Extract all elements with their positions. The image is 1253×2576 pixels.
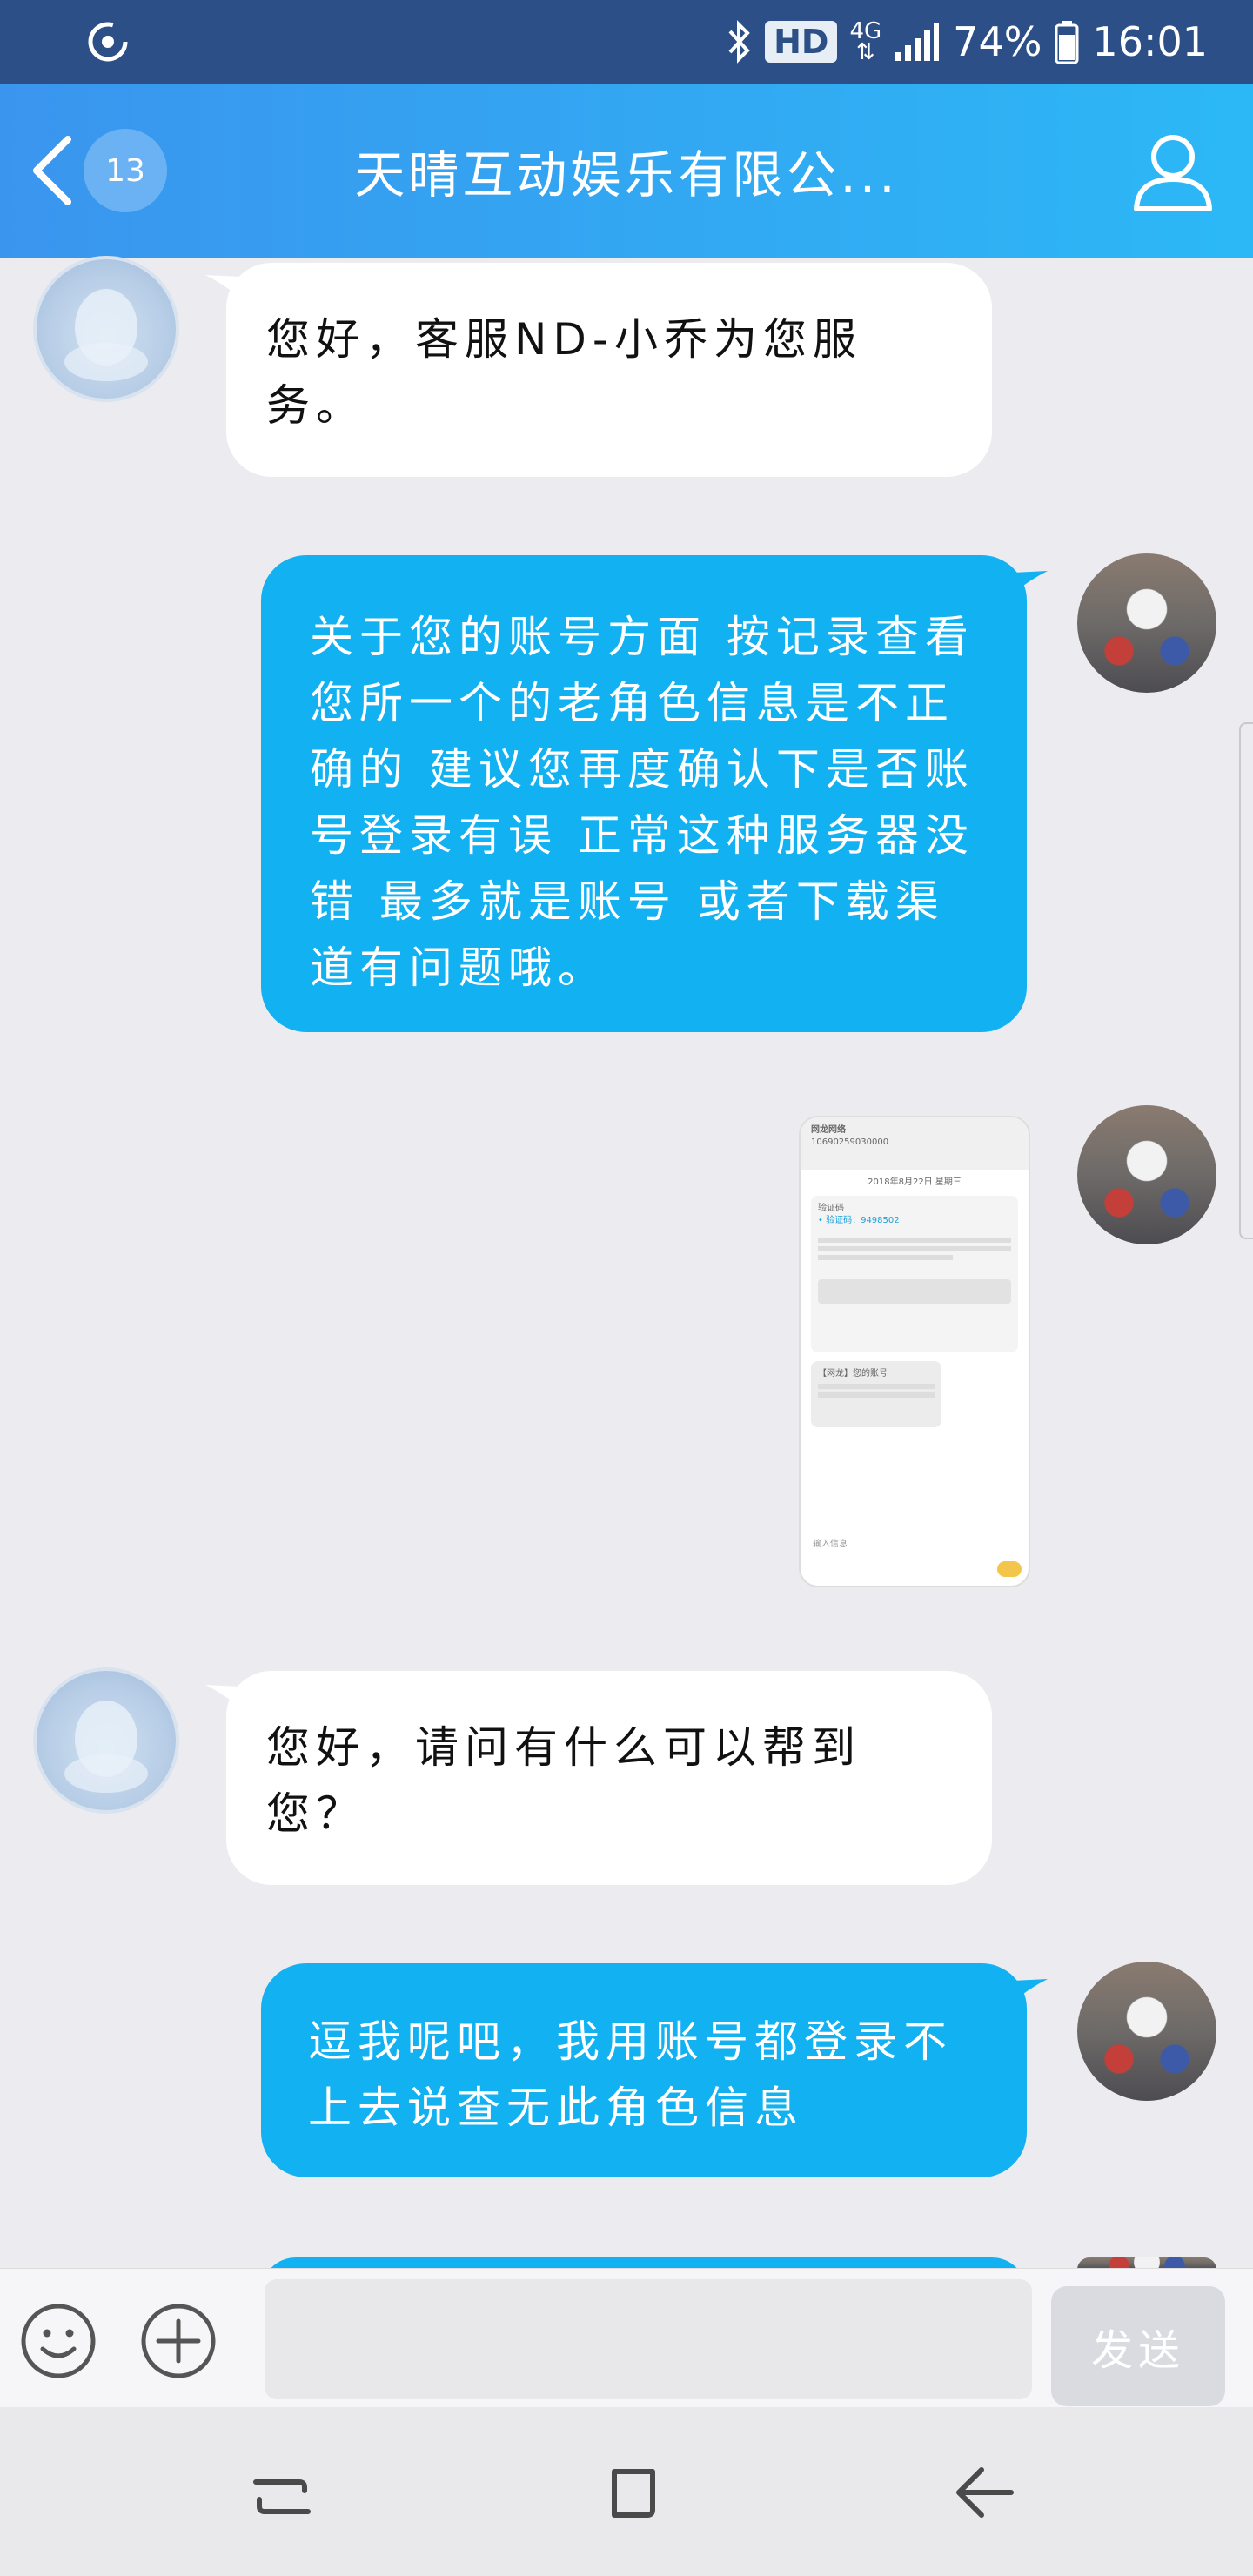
clock: 16:01 — [1092, 18, 1208, 65]
profile-icon[interactable] — [1128, 125, 1218, 216]
service-avatar[interactable] — [37, 1671, 176, 1810]
scrollbar[interactable] — [1239, 722, 1253, 1239]
hd-badge: HD — [765, 21, 838, 63]
bluetooth-icon — [728, 20, 750, 64]
penguin-avatar-icon — [64, 1701, 148, 1793]
plus-icon[interactable] — [139, 2302, 218, 2380]
recent-apps-icon[interactable] — [245, 2456, 318, 2529]
message-bubble-outgoing[interactable]: 逗我呢吧，我用账号都登录不上去说查无此角色信息 — [261, 1963, 1027, 2177]
user-avatar[interactable] — [1077, 1105, 1216, 1244]
battery-percent: 74% — [953, 18, 1042, 65]
message-input[interactable] — [265, 2279, 1032, 2399]
emoji-icon[interactable] — [19, 2302, 97, 2380]
signal-icon — [895, 23, 940, 61]
input-bar: 发送 — [0, 2268, 1253, 2408]
network-type: 4G ⇅ — [849, 18, 882, 65]
send-button[interactable]: 发送 — [1051, 2286, 1225, 2406]
chat-header: 13 天晴互动娱乐有限公... — [0, 84, 1253, 258]
user-avatar[interactable] — [1077, 553, 1216, 693]
sync-icon — [88, 22, 128, 62]
service-avatar[interactable] — [37, 259, 176, 399]
penguin-avatar-icon — [64, 289, 148, 381]
status-bar: HD 4G ⇅ 74% 16:01 — [0, 0, 1253, 84]
message-bubble-incoming[interactable]: 您好，请问有什么可以帮到您？ — [226, 1671, 992, 1885]
user-avatar[interactable] — [1077, 1962, 1216, 2101]
chat-title: 天晴互动娱乐有限公... — [354, 145, 899, 205]
battery-icon — [1055, 21, 1079, 64]
home-icon[interactable] — [597, 2456, 670, 2529]
message-bubble-incoming[interactable]: 您好，客服ND-小乔为您服务。 — [226, 263, 992, 477]
back-nav-icon[interactable] — [947, 2456, 1020, 2529]
message-bubble-outgoing[interactable]: 关于您的账号方面 按记录查看您所一个的老角色信息是不正确的 建议您再度确认下是否… — [261, 555, 1027, 1032]
image-message[interactable]: 网龙网络 10690259030000 2018年8月22日 星期三 验证码 •… — [799, 1116, 1030, 1587]
system-nav-bar — [0, 2407, 1253, 2576]
unread-count-badge[interactable]: 13 — [84, 129, 167, 212]
